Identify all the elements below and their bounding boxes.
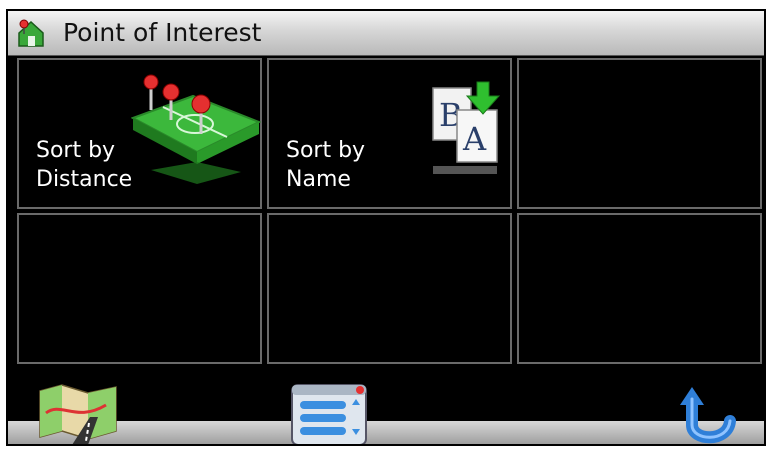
sort-by-distance-tile[interactable]: Sort by Distance [17, 58, 262, 209]
empty-tile [517, 58, 762, 209]
bottom-toolbar [8, 373, 764, 446]
empty-tile [17, 213, 262, 364]
svg-text:A: A [462, 120, 487, 158]
title-bar: Point of Interest [8, 11, 764, 56]
map-icon[interactable] [36, 383, 120, 445]
sort-by-name-tile[interactable]: B A Sort by Name [267, 58, 512, 209]
tile-grid: Sort by Distance B A Sort by Name [17, 58, 764, 366]
toolbar-strip [8, 421, 764, 444]
tile-label: Sort by Distance [36, 138, 133, 192]
sort-ab-icon: B A [432, 81, 501, 174]
empty-tile [517, 213, 762, 364]
empty-tile [267, 213, 512, 364]
tile-label: Sort by Name [286, 138, 366, 192]
poi-house-icon [18, 19, 44, 47]
map-pins-icon [131, 74, 261, 184]
list-menu-icon[interactable] [290, 381, 370, 446]
app-window: Point of Interest Sort by Distance B A S… [6, 9, 766, 446]
back-arrow-icon[interactable] [678, 385, 742, 446]
page-title: Point of Interest [63, 18, 262, 47]
